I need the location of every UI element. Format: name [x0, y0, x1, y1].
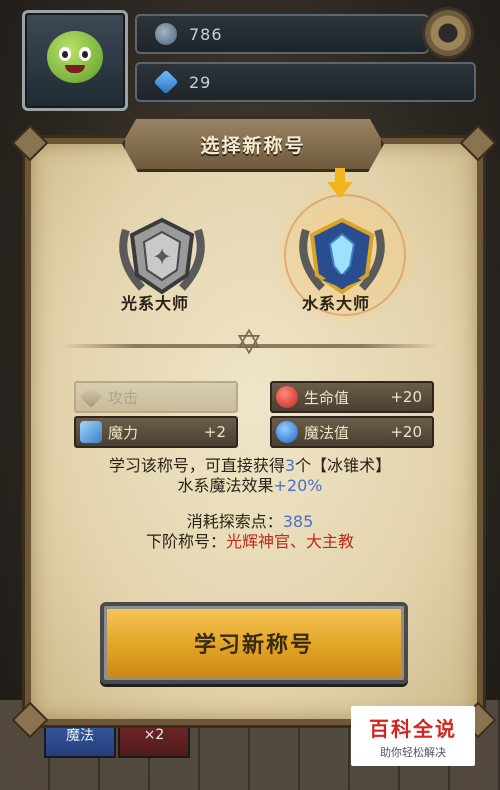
ore-icon — [155, 23, 177, 45]
slime-face — [47, 31, 103, 83]
stat-magic-power: 魔力 +2 — [74, 416, 238, 448]
svg-text:✦: ✦ — [152, 243, 172, 271]
ore-count: 786 — [189, 24, 223, 44]
star-of-david-icon: ✡ — [234, 323, 264, 363]
stat-mp: 魔法值 +20 — [270, 416, 434, 448]
gem-icon — [153, 69, 179, 95]
sword-icon — [80, 386, 102, 408]
option-light-master[interactable]: 光系大师 — [121, 290, 189, 314]
staff-icon — [80, 421, 102, 443]
settings-gear-icon[interactable] — [425, 10, 471, 56]
learn-new-title-button[interactable]: 学习新称号 — [100, 602, 408, 684]
next-tier-titles: 下阶称号：光辉神官、大主教 — [145, 532, 355, 551]
red-potion-icon — [276, 386, 298, 408]
selection-arrow-icon — [327, 168, 353, 198]
light-master-emblem-icon[interactable]: ✦ — [112, 210, 212, 300]
option-water-master[interactable]: 水系大师 — [302, 290, 370, 314]
stat-hp: 生命值 +20 — [270, 381, 434, 413]
blue-potion-icon — [276, 421, 298, 443]
title-description-line2: 水系魔法效果+20% — [177, 476, 323, 495]
dialog-title: 选择新称号 — [122, 116, 384, 172]
gem-counter: 29 — [135, 62, 476, 102]
stat-attack: 攻击 — [74, 381, 238, 413]
exploration-cost: 消耗探索点：385 — [186, 512, 314, 531]
gem-count: 29 — [189, 72, 212, 92]
water-master-emblem-icon[interactable] — [292, 210, 392, 300]
player-avatar[interactable] — [22, 10, 128, 111]
watermark: 百科全说 助你轻松解决 — [351, 706, 475, 766]
ore-counter: 786 — [135, 14, 429, 54]
title-description-line1: 学习该称号，可直接获得3个【冰锥术】 — [108, 456, 392, 475]
